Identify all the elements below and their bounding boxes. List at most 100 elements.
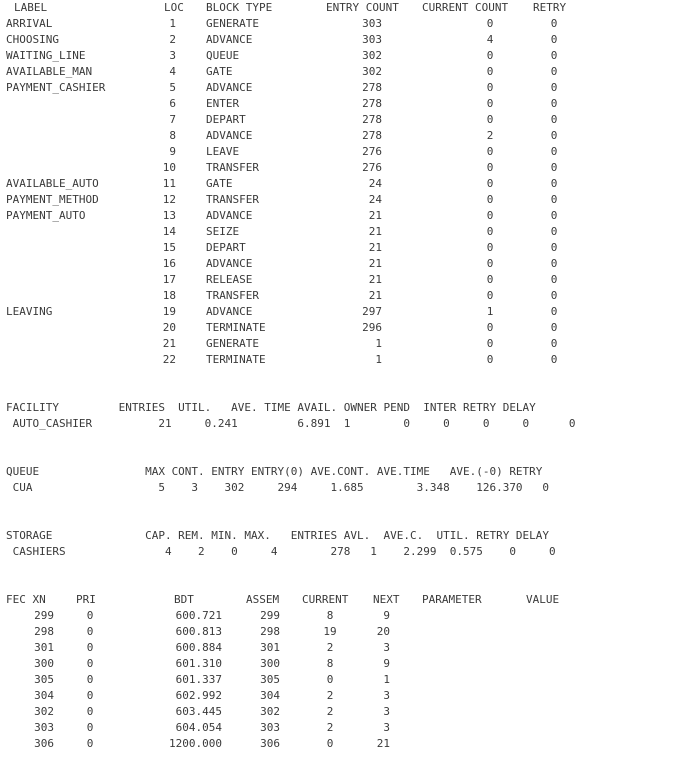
fec-current: 2 <box>326 721 334 734</box>
fec-bdt: 600.721 <box>175 609 222 622</box>
block-loc: 2 <box>169 33 176 46</box>
loc-header: LOC <box>164 1 184 14</box>
fec-pri: 0 <box>86 705 94 718</box>
entry-count: 303 <box>362 33 382 46</box>
fec-next: 3 <box>383 689 390 702</box>
entry-count: 302 <box>362 65 382 78</box>
retry-count: 0 <box>550 305 558 318</box>
fec-pri: 0 <box>86 689 94 702</box>
retry-count: 0 <box>550 273 558 286</box>
retry-count: 0 <box>550 257 558 270</box>
retry-count: 0 <box>550 225 558 238</box>
block-type: TERMINATE <box>206 353 266 366</box>
block-type: TERMINATE <box>206 321 266 334</box>
block-loc: 20 <box>162 321 176 334</box>
block-loc: 22 <box>162 353 176 366</box>
block-loc: 19 <box>162 305 176 318</box>
entry-count: 21 <box>368 257 382 270</box>
entry-count: 278 <box>362 129 382 142</box>
block-type: TRANSFER <box>206 289 259 302</box>
current-count: 4 <box>486 33 494 46</box>
block-label: AVAILABLE_MAN <box>6 65 93 78</box>
entry-count: 278 <box>362 81 382 94</box>
current-count: 0 <box>486 81 494 94</box>
block-type: QUEUE <box>206 49 240 62</box>
entry-count: 296 <box>362 321 382 334</box>
block-loc: 17 <box>162 273 176 286</box>
block-loc: 14 <box>162 225 176 238</box>
block-loc: 21 <box>162 337 176 350</box>
current-count: 1 <box>486 305 494 318</box>
retry-count: 0 <box>550 337 558 350</box>
fec-bdt: 603.445 <box>175 705 222 718</box>
block-label: PAYMENT_CASHIER <box>6 81 106 94</box>
fec-pri: 0 <box>86 721 94 734</box>
block-loc: 1 <box>169 17 176 30</box>
retry-count: 0 <box>550 33 558 46</box>
pri-header: PRI <box>76 593 96 606</box>
entry-count: 278 <box>362 113 382 126</box>
fec-xn: 305 <box>34 673 54 686</box>
entry-count: 21 <box>368 289 382 302</box>
queue-row: CUA 5 3 302 294 1.685 3.348 126.370 0 <box>6 481 550 494</box>
retry-count: 0 <box>550 241 558 254</box>
block-loc: 11 <box>162 177 176 190</box>
fec-xn: 299 <box>34 609 54 622</box>
block-type: GENERATE <box>206 17 259 30</box>
entry-count: 297 <box>362 305 382 318</box>
entry-count: 21 <box>368 273 382 286</box>
fec-current: 2 <box>326 641 334 654</box>
block-label: CHOOSING <box>6 33 59 46</box>
fec-xn: 303 <box>34 721 54 734</box>
block-type: TRANSFER <box>206 161 259 174</box>
fec-bdt: 1200.000 <box>169 737 222 750</box>
current-count: 0 <box>486 241 494 254</box>
fec-next: 20 <box>376 625 390 638</box>
current-count: 0 <box>486 177 494 190</box>
block-loc: 3 <box>169 49 176 62</box>
retry-count: 0 <box>550 65 558 78</box>
entry-count: 21 <box>368 241 382 254</box>
fec-bdt: 602.992 <box>175 689 222 702</box>
fec-pri: 0 <box>86 673 94 686</box>
current-count: 0 <box>486 209 494 222</box>
retry-count: 0 <box>550 209 558 222</box>
storage-row: CASHIERS 4 2 0 4 278 1 2.299 0.575 0 0 <box>6 545 556 558</box>
retry-count: 0 <box>550 129 558 142</box>
block-label: PAYMENT_AUTO <box>6 209 86 222</box>
next-header: NEXT <box>373 593 400 606</box>
current-count: 0 <box>486 353 494 366</box>
fec-xn: 304 <box>34 689 54 702</box>
retry-count: 0 <box>550 289 558 302</box>
fec-bdt: 600.813 <box>175 625 222 638</box>
retry-count: 0 <box>550 97 558 110</box>
entry-count: 24 <box>368 193 382 206</box>
entry-count: 21 <box>368 209 382 222</box>
retry-count: 0 <box>550 353 558 366</box>
fec-xn: 298 <box>34 625 54 638</box>
block-label: LEAVING <box>6 305 53 318</box>
block-type: TRANSFER <box>206 193 259 206</box>
fec-next: 3 <box>383 705 390 718</box>
fec-assem: 302 <box>260 705 280 718</box>
fec-pri: 0 <box>86 609 94 622</box>
entry-count: 24 <box>368 177 382 190</box>
current-count: 0 <box>486 113 494 126</box>
entry-count: 302 <box>362 49 382 62</box>
block-type: ADVANCE <box>206 305 253 318</box>
current-count: 0 <box>486 225 494 238</box>
facility-header: FACILITY ENTRIES UTIL. AVE. TIME AVAIL. … <box>6 401 536 414</box>
current-count: 0 <box>486 257 494 270</box>
entry-count: 303 <box>362 17 382 30</box>
current-count: 0 <box>486 161 494 174</box>
block-loc: 15 <box>162 241 176 254</box>
retry-count: 0 <box>550 145 558 158</box>
fec-current: 0 <box>326 673 334 686</box>
block-type: GATE <box>206 177 233 190</box>
block-loc: 13 <box>162 209 176 222</box>
fec-next: 21 <box>376 737 390 750</box>
retry-count: 0 <box>550 17 558 30</box>
block-loc: 6 <box>169 97 176 110</box>
queue-header: QUEUE MAX CONT. ENTRY ENTRY(0) AVE.CONT.… <box>6 465 543 478</box>
block-label: AVAILABLE_AUTO <box>6 177 99 190</box>
